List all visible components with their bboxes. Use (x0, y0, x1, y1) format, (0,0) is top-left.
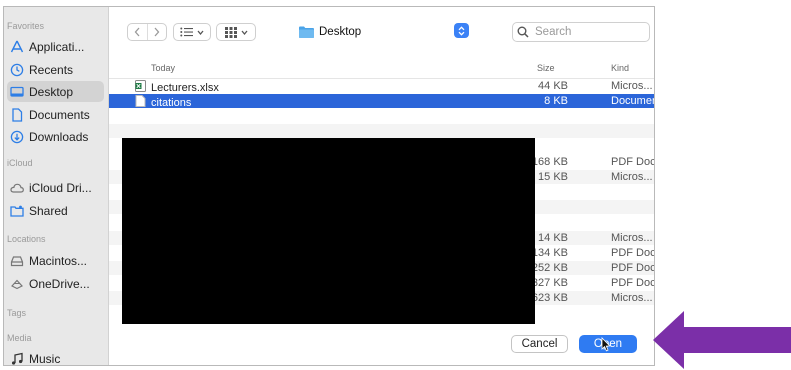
file-size: 44 KB (538, 80, 568, 92)
file-name: Lecturers.xlsx (135, 80, 219, 95)
sidebar-item-music[interactable]: Music (7, 348, 104, 366)
search-icon (517, 26, 529, 38)
purple-arrow-annotation (653, 311, 791, 369)
desktop-icon (9, 84, 25, 100)
file-size: 623 KB (531, 292, 568, 304)
file-kind: Micros... (611, 292, 653, 304)
music-note-icon (9, 351, 25, 366)
list-view-icon (180, 27, 193, 37)
chevron-down-icon (241, 30, 247, 35)
sidebar-item-label: OneDrive... (29, 276, 90, 291)
sidebar-item-shared[interactable]: Shared (7, 200, 104, 221)
sidebar-item-applicati[interactable]: Applicati... (7, 36, 104, 57)
mouse-pointer-icon (601, 337, 611, 352)
sidebar-section-icloud: iCloud (7, 158, 33, 168)
excel-file-icon (135, 80, 151, 95)
sidebar-item-desktop[interactable]: Desktop (7, 81, 104, 102)
file-name-label: Lecturers.xlsx (151, 81, 219, 94)
sidebar-item-onedrive[interactable]: OneDrive... (7, 273, 104, 294)
sidebar-item-documents[interactable]: Documents (7, 104, 104, 125)
file-kind: PDF Doc (611, 247, 655, 259)
sidebar-item-icloud-dri[interactable]: iCloud Dri... (7, 177, 104, 198)
sidebar: Favorites Applicati... Recents Desktop Docum… (4, 7, 109, 365)
sidebar-item-label: Documents (29, 107, 90, 122)
column-kind-header[interactable]: Kind (611, 63, 629, 73)
file-size: 134 KB (531, 247, 568, 259)
toolbar: Desktop (109, 7, 654, 49)
file-kind: Micros... (611, 232, 653, 244)
chevron-left-icon (134, 27, 140, 37)
sidebar-item-recents[interactable]: Recents (7, 59, 104, 80)
sidebar-item-label: Recents (29, 62, 74, 77)
chevron-down-icon (197, 30, 204, 35)
file-row[interactable]: citations 8 KB Documer (109, 94, 655, 110)
file-row[interactable] (109, 124, 654, 138)
file-row[interactable] (109, 109, 654, 123)
file-size: 327 KB (531, 277, 568, 289)
back-forward-control (127, 23, 167, 41)
sidebar-item-label: Shared (29, 203, 68, 218)
chevron-right-icon (154, 27, 160, 37)
cloud-icon (9, 180, 25, 196)
location-dropdown-button[interactable] (454, 23, 469, 38)
applications-icon (9, 39, 25, 55)
list-view-button[interactable] (173, 23, 211, 41)
file-name-label: citations (151, 96, 192, 109)
document-icon (9, 107, 25, 123)
clock-icon (9, 62, 25, 78)
sidebar-item-label: Applicati... (29, 39, 85, 54)
sidebar-item-macintos[interactable]: Macintos... (7, 250, 104, 271)
up-down-chevron-icon (458, 25, 465, 36)
sidebar-section-locations: Locations (7, 234, 46, 244)
file-kind: Micros... (611, 171, 653, 183)
location-popup[interactable]: Desktop (299, 22, 469, 41)
sidebar-item-label: Music (29, 351, 61, 366)
file-name: citations (135, 95, 191, 110)
column-size-header[interactable]: Size (537, 63, 555, 73)
group-view-button[interactable] (216, 23, 256, 41)
sidebar-item-label: iCloud Dri... (29, 180, 92, 195)
onedrive-icon (9, 276, 25, 292)
sidebar-section-tags: Tags (7, 308, 27, 318)
sidebar-section-favorites: Favorites (7, 21, 45, 31)
grid-view-icon (224, 26, 237, 38)
file-size: 14 KB (538, 232, 568, 244)
forward-button[interactable] (148, 24, 166, 40)
sidebar-item-label: Macintos... (29, 253, 88, 268)
column-name-header[interactable]: Today (151, 63, 175, 73)
download-icon (9, 129, 25, 145)
file-size: 168 KB (531, 156, 568, 168)
file-icon (135, 95, 151, 110)
column-header: Today Size Kind (109, 58, 654, 79)
search-input[interactable] (533, 25, 647, 39)
hard-drive-icon (9, 253, 25, 269)
back-button[interactable] (128, 24, 148, 40)
file-kind: Documer (611, 95, 655, 107)
file-kind: PDF Doc (611, 277, 655, 289)
file-kind: Micros... (611, 80, 653, 92)
file-size: 15 KB (538, 171, 568, 183)
location-label: Desktop (319, 25, 362, 38)
sidebar-section-media: Media (7, 333, 32, 343)
sidebar-item-label: Downloads (29, 129, 89, 144)
sidebar-item-label: Desktop (29, 84, 74, 99)
file-size: 8 KB (544, 95, 568, 107)
shared-folder-icon (9, 203, 25, 219)
file-size: 252 KB (531, 262, 568, 274)
search-field[interactable] (512, 22, 650, 42)
file-kind: PDF Doc (611, 262, 655, 274)
file-kind: PDF Doc (611, 156, 655, 168)
folder-icon (299, 26, 314, 38)
redacted-region (122, 138, 535, 324)
cancel-button[interactable]: Cancel (511, 335, 568, 353)
file-row[interactable]: Lecturers.xlsx 44 KB Micros... (109, 79, 654, 95)
sidebar-item-downloads[interactable]: Downloads (7, 126, 104, 147)
